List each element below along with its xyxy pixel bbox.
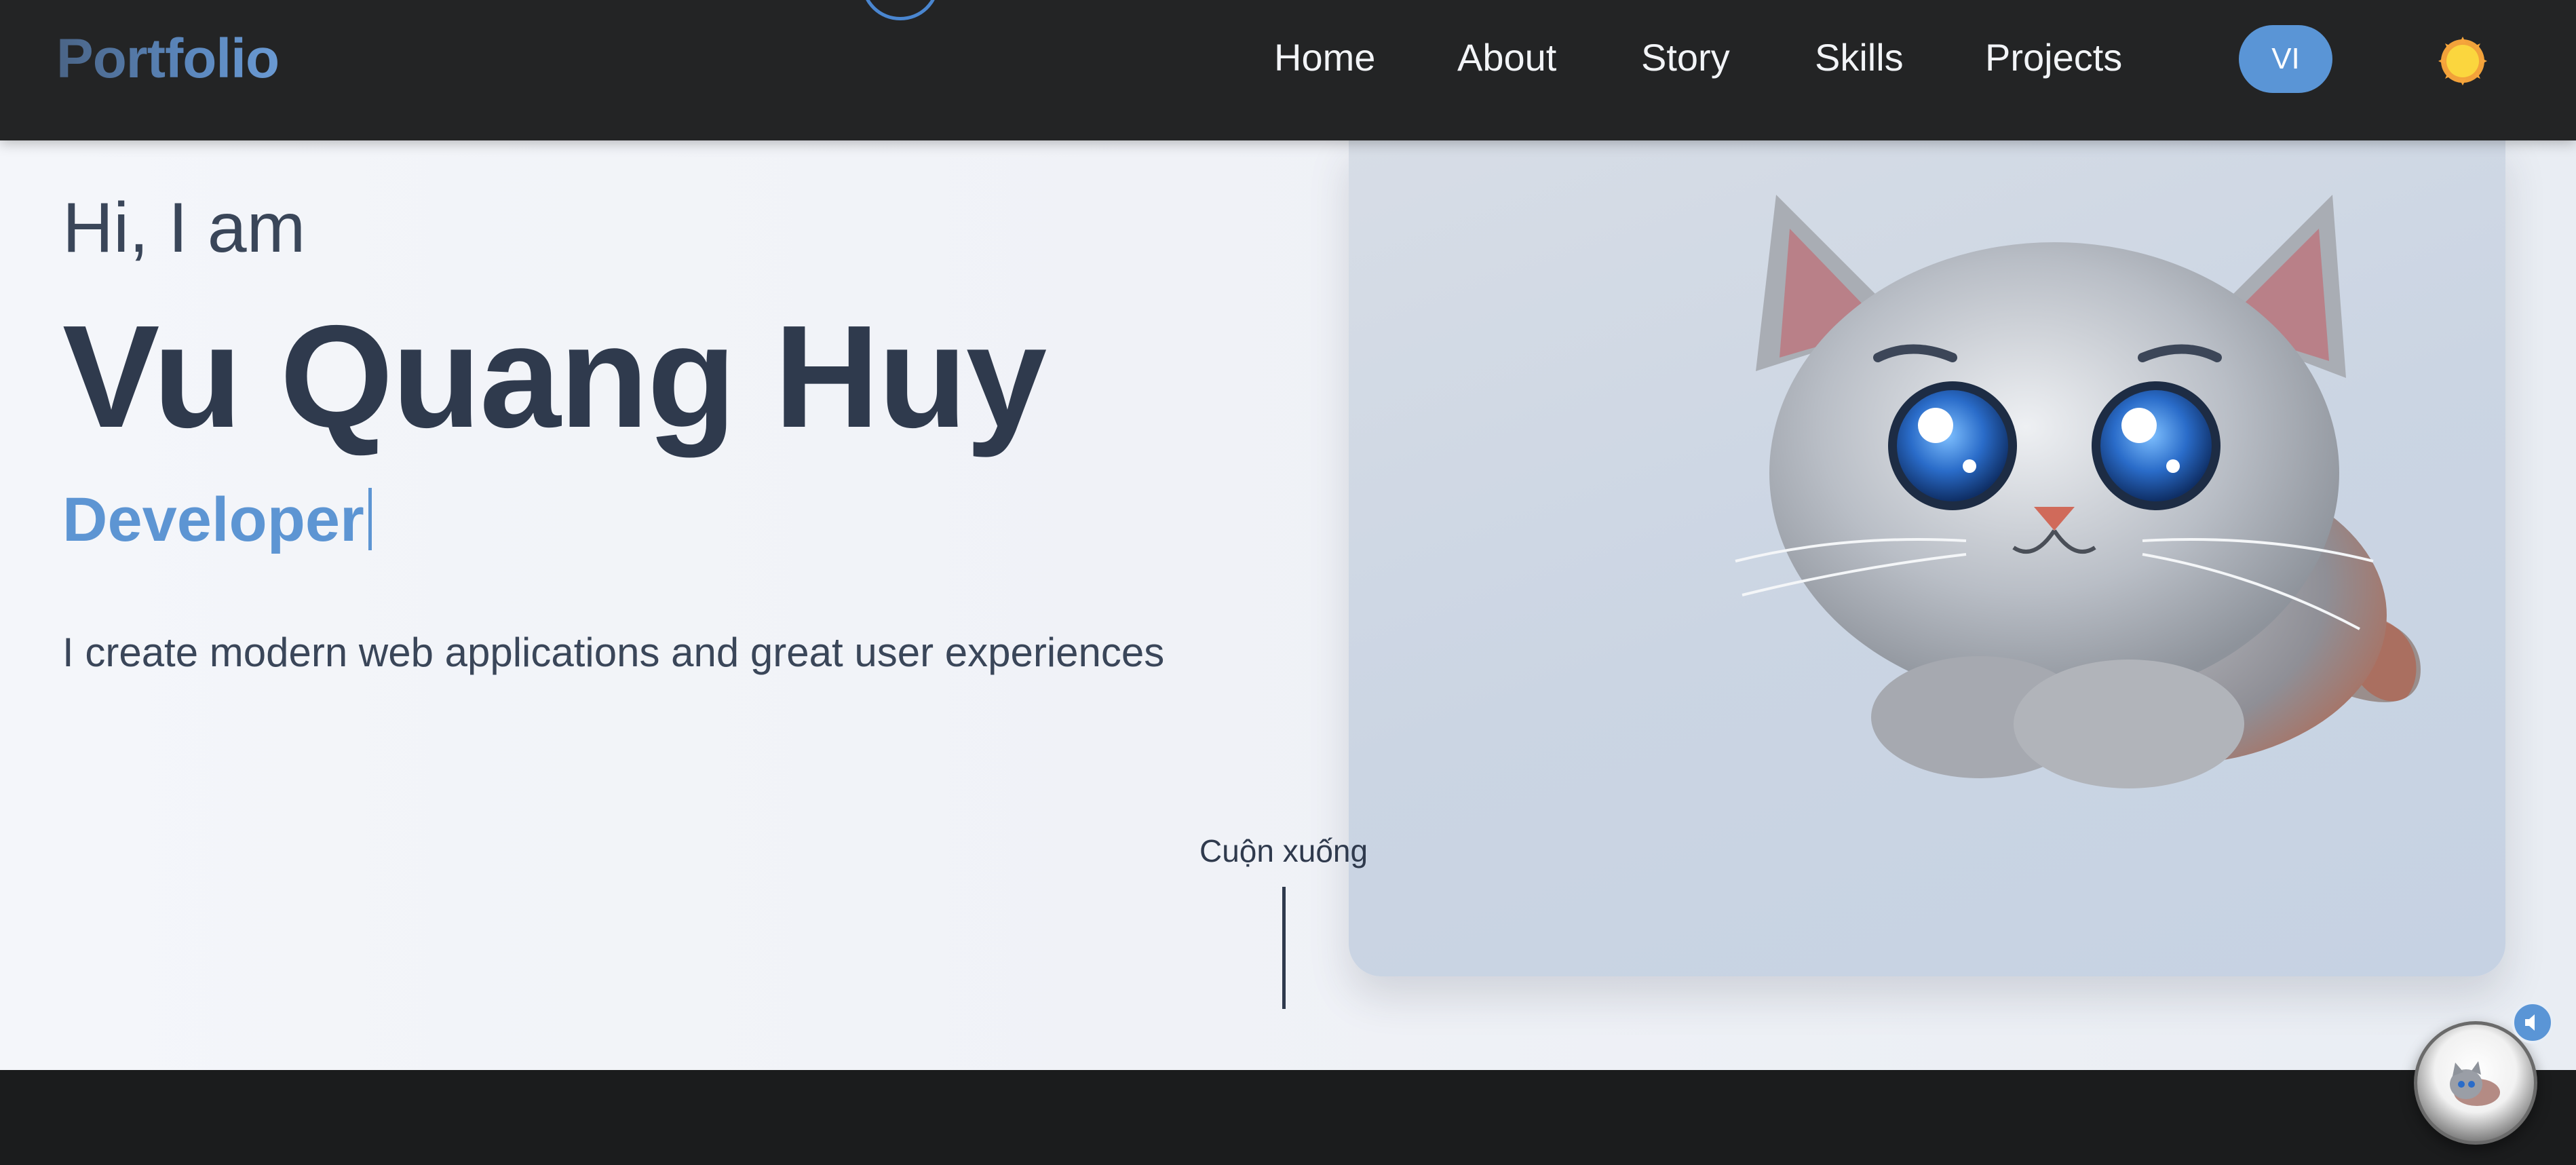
hero-role-text: Developer (62, 485, 364, 554)
top-navbar: Portfolio Home About Story Skills Projec… (0, 0, 2576, 140)
hero-image-card (1349, 140, 2505, 976)
scroll-down-label[interactable]: Cuộn xuống (1199, 833, 1368, 869)
nav-projects[interactable]: Projects (1985, 35, 2122, 79)
scroll-indicator-line (1282, 887, 1286, 1009)
cat-illustration (1735, 195, 2421, 788)
nav-home[interactable]: Home (1274, 35, 1375, 79)
sun-icon[interactable] (2438, 37, 2487, 85)
hero-role: Developer (62, 484, 372, 556)
nav-skills[interactable]: Skills (1815, 35, 1904, 79)
nav-story[interactable]: Story (1641, 35, 1730, 79)
language-toggle-button[interactable]: VI (2239, 25, 2332, 93)
speaker-icon[interactable] (2512, 1001, 2554, 1044)
hero-section: Hi, I am Vu Quang Huy Developer I create… (0, 140, 2576, 1070)
next-section-band (0, 1070, 2576, 1165)
typing-cursor (368, 488, 372, 550)
brand-logo[interactable]: Portfolio (56, 27, 280, 91)
hero-name: Vu Quang Huy (62, 294, 1047, 458)
hero-tagline: I create modern web applications and gre… (62, 630, 1165, 675)
nav-about[interactable]: About (1457, 35, 1556, 79)
hero-greeting: Hi, I am (62, 189, 306, 267)
decorative-circle (862, 0, 939, 20)
